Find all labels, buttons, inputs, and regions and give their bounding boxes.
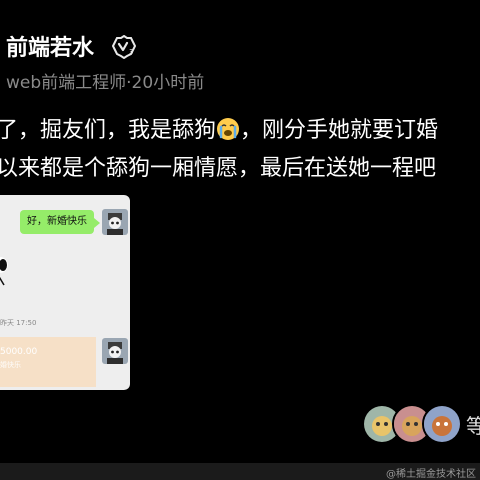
- post-text-part-a: 了，掘友们，我是舔狗: [0, 118, 217, 143]
- post-text-line-2: 以来都是个舔狗一厢情愿，最后在送她一程吧: [0, 156, 437, 181]
- post-meta: web前端工程师·20小时前: [6, 73, 205, 93]
- reactions-more-label[interactable]: 等: [466, 410, 480, 439]
- sender-avatar: [102, 209, 128, 235]
- watermark: @稀土掘金技术社区: [386, 469, 476, 480]
- verified-badge-icon: 3: [112, 35, 136, 59]
- chat-timestamp: 昨天 17:50: [0, 319, 37, 327]
- transfer-amount: 5000.00: [0, 347, 38, 357]
- post-text-line-1: 了，掘友们，我是舔狗 ，刚分手她就要订婚: [0, 112, 438, 147]
- author-name[interactable]: 前端若水: [6, 30, 94, 62]
- chat-bubble-text: 好，新婚快乐: [20, 210, 94, 234]
- chat-bubble-tail: [94, 218, 100, 228]
- svg-text:3: 3: [129, 48, 133, 56]
- post-text-part-b: ，刚分手她就要订婚: [240, 118, 439, 143]
- reactor-avatar-3: [422, 404, 462, 444]
- chat-screenshot-image[interactable]: 好，新婚快乐 昨天 17:50 5000.00 婚快乐: [0, 195, 130, 390]
- sender-avatar-2: [102, 338, 128, 364]
- reaction-avatars[interactable]: [362, 404, 462, 444]
- panda-sticker-image: [0, 257, 8, 286]
- crying-face-icon: [216, 117, 240, 147]
- transfer-note: 婚快乐: [0, 361, 21, 369]
